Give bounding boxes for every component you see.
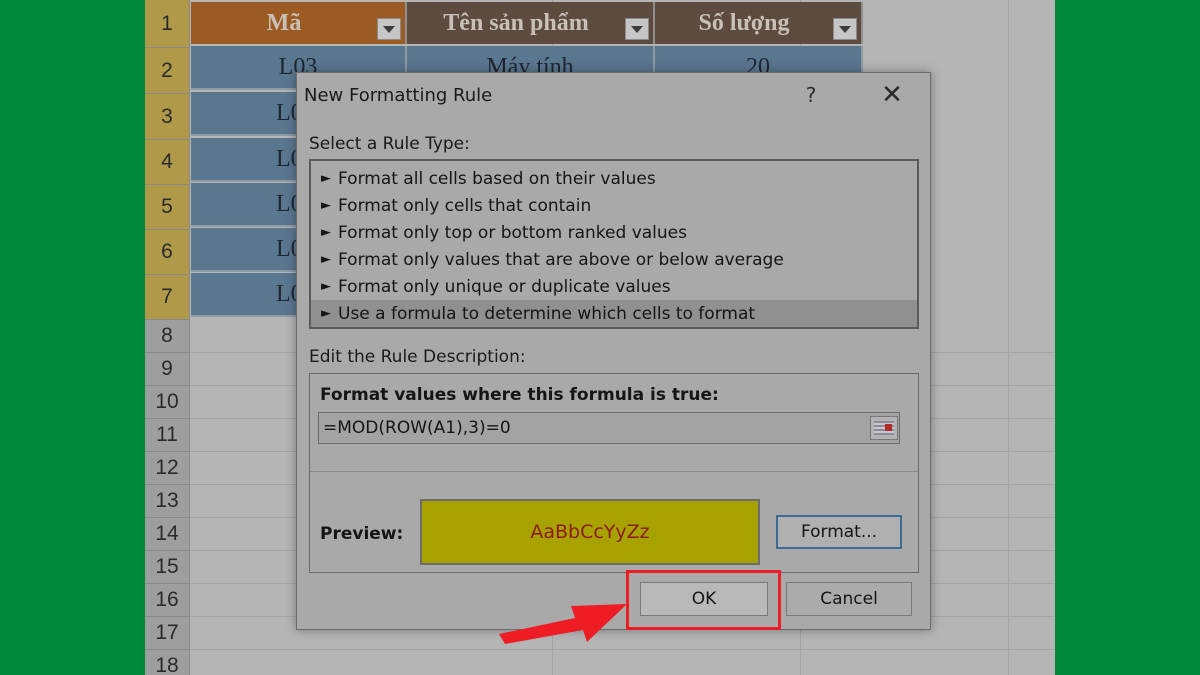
- dialog-titlebar[interactable]: New Formatting Rule ? ✕: [297, 73, 930, 119]
- row-header[interactable]: 12: [145, 452, 190, 485]
- row-header[interactable]: 14: [145, 518, 190, 551]
- rule-description-box: Format values where this formula is true…: [309, 373, 919, 573]
- format-button[interactable]: Format...: [776, 515, 902, 549]
- preview-text: AaBbCcYyZz: [530, 521, 650, 543]
- row-header[interactable]: 3: [145, 94, 190, 140]
- new-formatting-rule-dialog: New Formatting Rule ? ✕ Select a Rule Ty…: [296, 72, 931, 630]
- dropdown-arrow-icon[interactable]: [625, 18, 649, 40]
- help-button[interactable]: ?: [797, 83, 825, 107]
- dialog-title: New Formatting Rule: [304, 85, 493, 106]
- gridline: [1008, 0, 1009, 675]
- header-cell-ten-san-pham[interactable]: Tên sản phẩm: [407, 2, 655, 44]
- row-header[interactable]: 13: [145, 485, 190, 518]
- preview-box: AaBbCcYyZz: [420, 499, 760, 565]
- row-header[interactable]: 11: [145, 419, 190, 452]
- row-header[interactable]: 7: [145, 275, 190, 320]
- rule-type-label: Format only values that are above or bel…: [338, 249, 784, 270]
- dropdown-arrow-icon[interactable]: [377, 18, 401, 40]
- rule-type-label: Format all cells based on their values: [338, 168, 656, 189]
- rule-type-label: Format only cells that contain: [338, 195, 592, 216]
- row-header[interactable]: 5: [145, 185, 190, 230]
- arrow-icon: ►: [321, 171, 331, 186]
- divider: [310, 471, 918, 472]
- dropdown-arrow-icon[interactable]: [833, 18, 857, 40]
- arrow-icon: ►: [321, 306, 331, 321]
- arrow-icon: ►: [321, 225, 331, 240]
- arrow-icon: ►: [321, 279, 331, 294]
- arrow-icon: ►: [321, 198, 331, 213]
- close-button[interactable]: ✕: [877, 80, 907, 110]
- header-cell-ma[interactable]: Mã: [191, 2, 407, 44]
- rule-type-item[interactable]: ► Format only unique or duplicate values: [311, 273, 917, 300]
- ok-highlight-box: [626, 570, 781, 630]
- row-header[interactable]: 4: [145, 140, 190, 185]
- row-header[interactable]: 9: [145, 353, 190, 386]
- collapse-dialog-button[interactable]: [870, 416, 898, 440]
- red-arrow-icon: [499, 604, 627, 644]
- select-rule-type-label: Select a Rule Type:: [309, 134, 470, 154]
- arrow-icon: ►: [321, 252, 331, 267]
- header-label: Tên sản phẩm: [443, 9, 589, 36]
- rule-type-list[interactable]: ► Format all cells based on their values…: [309, 159, 919, 329]
- row-header[interactable]: 16: [145, 584, 190, 617]
- rule-type-item[interactable]: ► Format only top or bottom ranked value…: [311, 219, 917, 246]
- collapse-dialog-icon: [874, 421, 894, 435]
- rule-type-label: Format only top or bottom ranked values: [338, 222, 687, 243]
- header-label: Mã: [266, 9, 302, 36]
- row-header[interactable]: 8: [145, 320, 190, 353]
- row-header[interactable]: 10: [145, 386, 190, 419]
- header-cell-so-luong[interactable]: Số lượng: [655, 2, 863, 44]
- rule-type-item[interactable]: ► Format all cells based on their values: [311, 165, 917, 192]
- rule-type-label: Use a formula to determine which cells t…: [338, 303, 756, 324]
- formula-heading: Format values where this formula is true…: [320, 385, 719, 405]
- row-header[interactable]: 15: [145, 551, 190, 584]
- rule-type-item-selected[interactable]: ► Use a formula to determine which cells…: [311, 300, 917, 327]
- row-header[interactable]: 17: [145, 617, 190, 650]
- row-header[interactable]: 1: [145, 0, 190, 48]
- rule-type-item[interactable]: ► Format only values that are above or b…: [311, 246, 917, 273]
- formula-input[interactable]: =MOD(ROW(A1),3)=0: [318, 412, 900, 444]
- edit-rule-description-label: Edit the Rule Description:: [309, 347, 526, 367]
- gridline: [190, 649, 1055, 650]
- header-label: Số lượng: [698, 9, 790, 36]
- row-header[interactable]: 18: [145, 650, 190, 675]
- rule-type-label: Format only unique or duplicate values: [338, 276, 671, 297]
- cancel-button[interactable]: Cancel: [786, 582, 912, 616]
- preview-label: Preview:: [320, 524, 404, 544]
- rule-type-item[interactable]: ► Format only cells that contain: [311, 192, 917, 219]
- row-header[interactable]: 2: [145, 48, 190, 94]
- row-header[interactable]: 6: [145, 230, 190, 275]
